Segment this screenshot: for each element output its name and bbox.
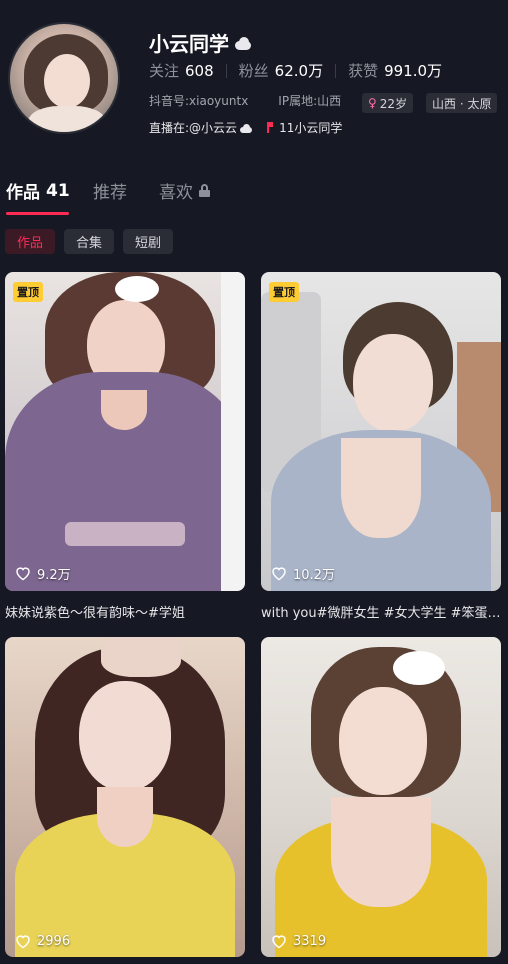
pinned-badge: 置顶 [269, 282, 299, 302]
heart-icon [16, 567, 30, 581]
likes-received-count: 991.0万 [384, 62, 443, 80]
tab-works[interactable]: 作品 41 [6, 178, 70, 204]
live-account-link[interactable]: @小云云 [189, 119, 237, 136]
profile-name-row: 小云同学 [149, 28, 253, 57]
filter-chips: 作品 合集 短剧 [5, 229, 174, 254]
live-row: 直播在: @小云云 11小云同学 [149, 119, 342, 136]
profile-name: 小云同学 [149, 32, 229, 56]
pinned-badge: 置顶 [13, 282, 43, 302]
douyin-id[interactable]: xiaoyuntx [189, 94, 248, 108]
filter-short-drama[interactable]: 短剧 [123, 229, 174, 254]
heart-icon [16, 935, 30, 949]
profile-stats: 关注 608 粉丝 62.0万 获赞 991.0万 [149, 60, 442, 81]
avatar[interactable] [8, 22, 120, 134]
video-card[interactable]: 2996 [5, 637, 245, 957]
active-tab-indicator [6, 212, 69, 215]
video-likes: 2996 [15, 934, 70, 949]
video-likes-count: 3319 [293, 934, 327, 949]
following-label[interactable]: 关注 [149, 60, 179, 81]
following-count[interactable]: 608 [185, 62, 214, 80]
video-likes: 10.2万 [271, 564, 335, 583]
divider [335, 63, 337, 78]
tab-recommended-label: 推荐 [93, 183, 127, 203]
female-icon: ♀ [368, 96, 377, 110]
video-likes: 3319 [271, 934, 326, 949]
video-card[interactable]: 置顶 10.2万 [261, 272, 501, 591]
video-caption[interactable]: 妹妹说紫色～很有韵味～#学姐 [5, 602, 245, 621]
live-label: 直播在: [149, 121, 190, 135]
ip-location: 山西 [317, 94, 342, 108]
age-tag: ♀ 22岁 [362, 93, 414, 113]
filter-collections[interactable]: 合集 [64, 229, 115, 254]
likes-received-label: 获赞 [348, 62, 379, 80]
cloud-icon [233, 36, 253, 50]
age-text: 22岁 [379, 96, 408, 111]
group-link[interactable]: 11小云同学 [279, 119, 342, 136]
followers-label[interactable]: 粉丝 [239, 60, 269, 81]
video-likes-count: 9.2万 [37, 568, 71, 583]
heart-icon [272, 935, 286, 949]
tab-recommended[interactable]: 推荐 [93, 178, 127, 203]
profile-info-row: 抖音号: xiaoyuntx IP属地: 山西 [149, 92, 341, 109]
profile-header: 小云同学 关注 608 粉丝 62.0万 获赞 991.0万 抖音号: xiao… [0, 0, 508, 160]
divider [225, 63, 227, 78]
tab-likes[interactable]: 喜欢 [159, 178, 210, 203]
video-caption[interactable]: with you#微胖女生 #女大学生 #笨蛋美女 [261, 602, 501, 621]
tab-likes-label: 喜欢 [159, 183, 193, 203]
heart-icon [272, 567, 286, 581]
tab-works-label: 作品 [6, 183, 40, 203]
douyin-id-label: 抖音号: [149, 94, 190, 108]
video-card[interactable]: 3319 [261, 637, 501, 957]
lock-icon [199, 184, 210, 197]
location-tag: 山西 · 太原 [426, 93, 498, 113]
video-likes-count: 2996 [37, 934, 71, 949]
followers-count[interactable]: 62.0万 [275, 60, 323, 81]
filter-works[interactable]: 作品 [5, 229, 56, 254]
tab-works-count: 41 [46, 180, 70, 201]
flag-icon [267, 122, 274, 133]
profile-tabs: 作品 41 推荐 喜欢 [0, 172, 508, 218]
video-card[interactable]: 置顶 9.2万 [5, 272, 245, 591]
ip-label: IP属地: [278, 94, 318, 108]
video-likes: 9.2万 [15, 564, 71, 583]
cloud-icon [239, 123, 253, 133]
video-likes-count: 10.2万 [293, 568, 335, 583]
